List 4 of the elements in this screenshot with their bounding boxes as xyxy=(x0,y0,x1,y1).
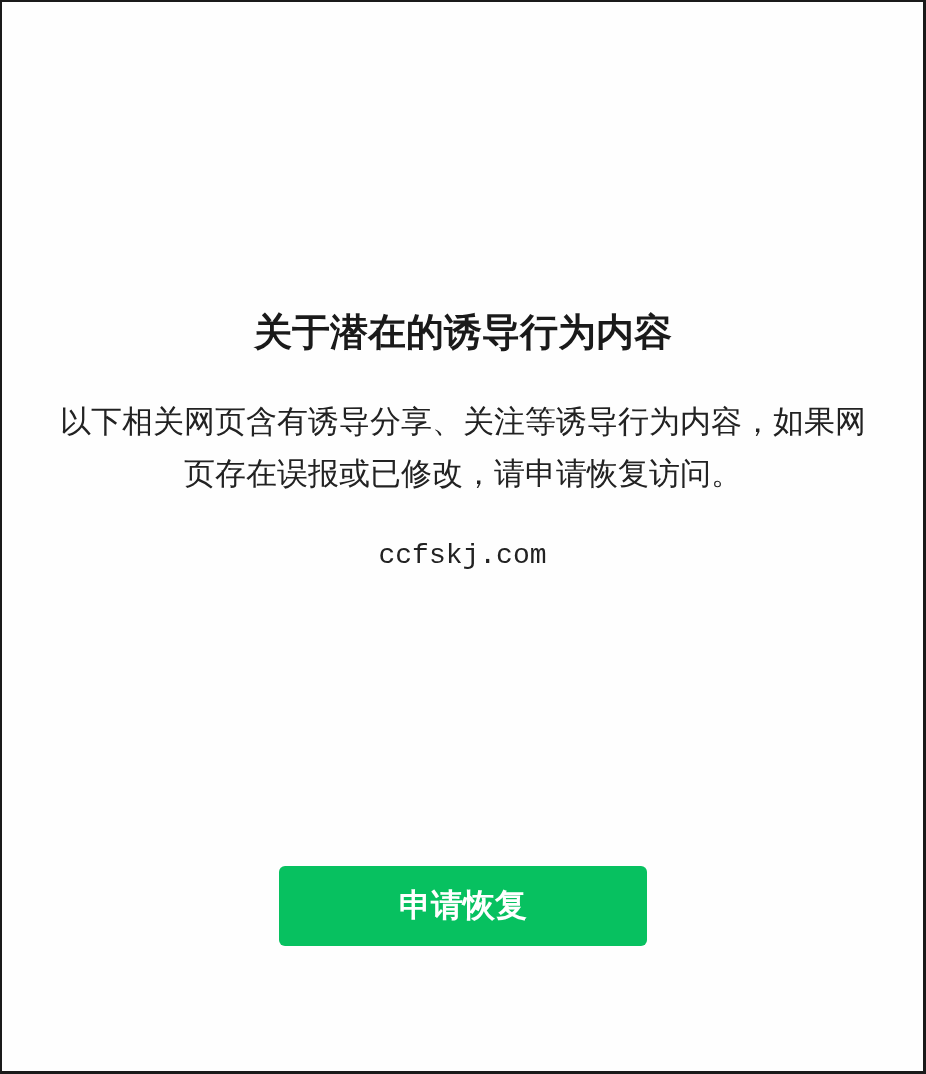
domain-text: ccfskj.com xyxy=(378,539,547,573)
restore-request-button[interactable]: 申请恢复 xyxy=(278,866,647,946)
description-text: 以下相关网页含有诱导分享、关注等诱导行为内容，如果网页存在误报或已修改，请申请恢复访问。 xyxy=(58,403,867,493)
page-title: 关于潜在的诱导行为内容 xyxy=(253,310,672,355)
